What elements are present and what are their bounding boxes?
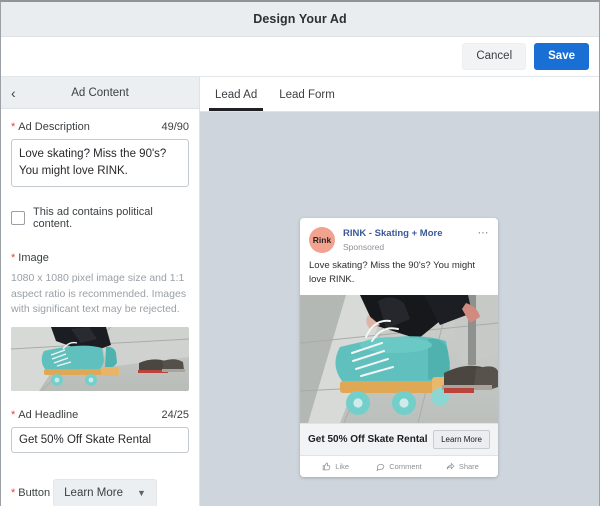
content-area: ‹ Ad Content *Ad Description 49/90 This … <box>1 77 599 506</box>
ad-preview-image <box>300 295 498 423</box>
preview-tabs: Lead Ad Lead Form <box>200 77 599 112</box>
avatar: Rink <box>309 227 335 253</box>
social-actions-row: Like Comment Share <box>300 456 498 477</box>
ad-headline-counter: 24/25 <box>161 409 189 421</box>
tab-lead-ad[interactable]: Lead Ad <box>209 89 263 111</box>
button-section: *Button Learn More ▼ <box>11 471 189 506</box>
window-titlebar: Design Your Ad <box>1 2 599 37</box>
page-title: Design Your Ad <box>253 12 347 26</box>
sidebar-title: Ad Content <box>27 87 189 99</box>
political-content-row[interactable]: This ad contains political content. <box>11 206 189 230</box>
share-action[interactable]: Share <box>431 462 494 471</box>
card-header: Rink RINK - Skating + More Sponsored ⋯ <box>300 218 498 259</box>
cta-headline: Get 50% Off Skate Rental <box>308 434 427 445</box>
required-marker: * <box>11 487 15 499</box>
cta-learn-more-button[interactable]: Learn More <box>433 430 490 449</box>
required-marker: * <box>11 409 15 421</box>
sponsored-label: Sponsored <box>343 242 470 253</box>
ad-headline-label: *Ad Headline <box>11 409 78 421</box>
brand-name[interactable]: RINK - Skating + More <box>343 228 470 240</box>
comment-label: Comment <box>389 462 422 471</box>
button-label: *Button <box>11 487 53 499</box>
ad-description-input[interactable] <box>11 139 189 186</box>
skate-photo-thumbnail <box>11 327 189 391</box>
ad-description-label: *Ad Description <box>11 121 90 133</box>
political-content-label: This ad contains political content. <box>33 206 189 230</box>
button-type-selected-value: Learn More <box>64 487 123 499</box>
ad-preview-panel: Lead Ad Lead Form Rink RINK - Skating + … <box>200 77 599 506</box>
share-arrow-icon <box>446 462 455 471</box>
card-header-text: RINK - Skating + More Sponsored <box>343 227 470 253</box>
image-thumbnail[interactable] <box>11 327 189 391</box>
thumbs-up-icon <box>322 462 331 471</box>
comment-bubble-icon <box>376 462 385 471</box>
design-your-ad-window: Design Your Ad Cancel Save ‹ Ad Content … <box>0 0 600 506</box>
ad-headline-input[interactable] <box>11 427 189 453</box>
required-marker: * <box>11 121 15 133</box>
chevron-left-icon[interactable]: ‹ <box>11 86 27 100</box>
sidebar-header: ‹ Ad Content <box>1 77 199 109</box>
chevron-down-icon: ▼ <box>137 488 146 498</box>
ad-description-counter: 49/90 <box>161 121 189 133</box>
cta-row: Get 50% Off Skate Rental Learn More <box>300 423 498 456</box>
tab-lead-form[interactable]: Lead Form <box>273 89 341 111</box>
ad-headline-label-row: *Ad Headline 24/25 <box>11 409 189 421</box>
skate-photo-large <box>300 295 498 423</box>
image-label: *Image <box>11 252 49 264</box>
sidebar-form: *Ad Description 49/90 This ad contains p… <box>1 109 199 506</box>
button-type-dropdown[interactable]: Learn More ▼ <box>53 479 157 506</box>
image-helper-text: 1080 x 1080 pixel image size and 1:1 asp… <box>11 271 189 318</box>
action-bar: Cancel Save <box>1 37 599 77</box>
image-section: *Image 1080 x 1080 pixel image size and … <box>11 248 189 391</box>
like-label: Like <box>335 462 349 471</box>
comment-action[interactable]: Comment <box>367 462 430 471</box>
ad-content-sidebar: ‹ Ad Content *Ad Description 49/90 This … <box>1 77 200 506</box>
ad-description-label-row: *Ad Description 49/90 <box>11 121 189 133</box>
more-horizontal-icon[interactable]: ⋯ <box>478 227 490 239</box>
share-label: Share <box>459 462 479 471</box>
required-marker: * <box>11 252 15 264</box>
ad-preview-card: Rink RINK - Skating + More Sponsored ⋯ L… <box>300 218 498 477</box>
save-button[interactable]: Save <box>534 43 589 70</box>
like-action[interactable]: Like <box>304 462 367 471</box>
cancel-button[interactable]: Cancel <box>462 43 526 70</box>
political-content-checkbox[interactable] <box>11 211 25 225</box>
card-body-text: Love skating? Miss the 90's? You might l… <box>300 259 498 295</box>
